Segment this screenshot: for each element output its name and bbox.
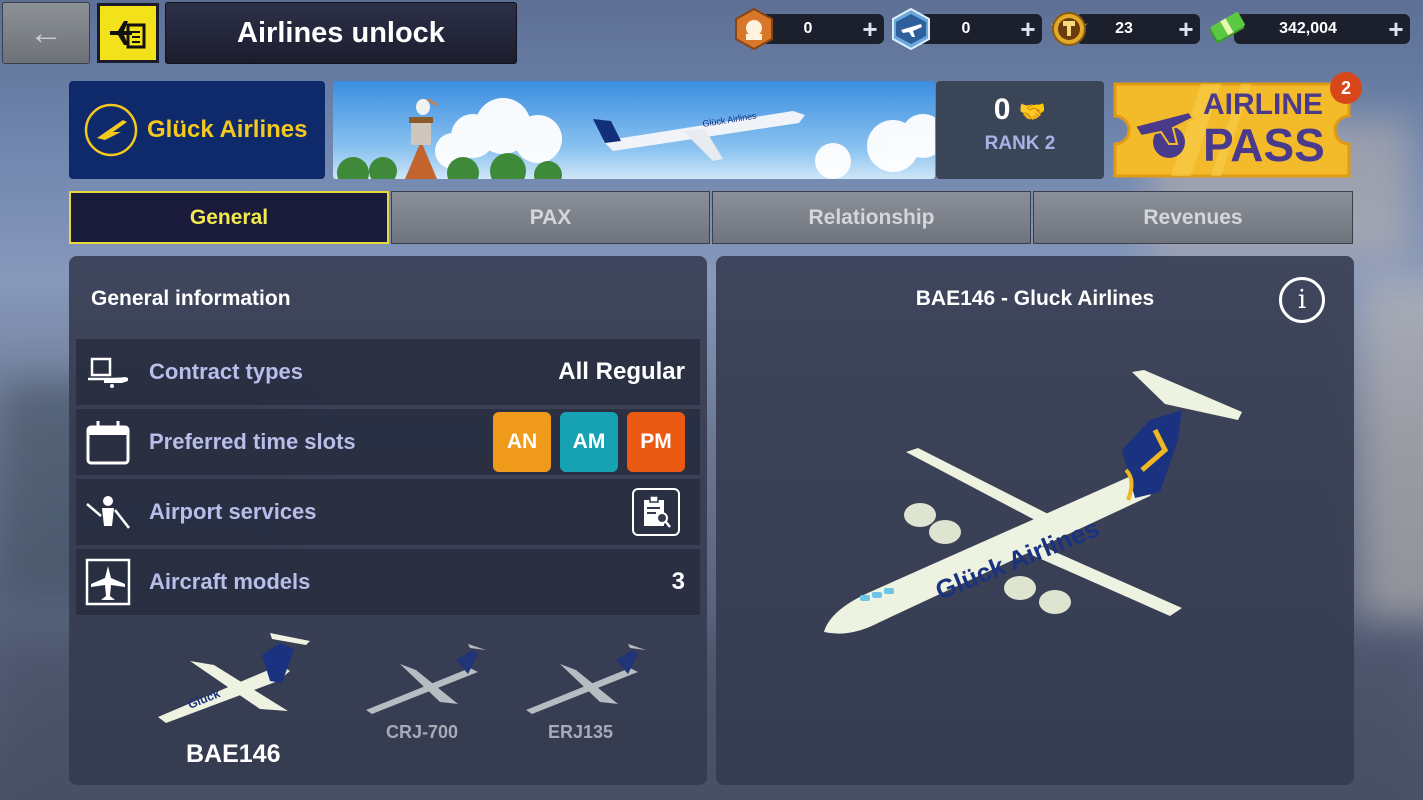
section-icon-box xyxy=(97,3,159,63)
rank-label: RANK 2 xyxy=(984,133,1056,154)
airline-banner-illustration: Glück Airlines xyxy=(333,81,935,179)
pass-line2: PASS xyxy=(1203,119,1325,171)
pass-line1: AIRLINE xyxy=(1203,88,1323,121)
currency-cash: 342,004 + xyxy=(1234,14,1410,44)
control-tower-medal-icon xyxy=(1048,8,1090,50)
time-slot-am: AM xyxy=(560,412,618,472)
contract-plane-icon xyxy=(88,357,128,388)
ground-crew-icon xyxy=(86,496,130,529)
aircraft-hangar-icon xyxy=(85,558,131,606)
bae146-thumbnail: Glück xyxy=(158,633,310,723)
currency-value: 23 xyxy=(1115,20,1133,37)
plane-badge-icon xyxy=(890,8,932,50)
back-button[interactable]: ← xyxy=(2,2,90,64)
model-name-selected: BAE146 xyxy=(186,740,281,768)
add-pilots-button[interactable]: + xyxy=(1014,16,1042,42)
currency-value: 0 xyxy=(961,20,971,37)
tab-revenues[interactable]: Revenues xyxy=(1033,191,1353,244)
currency-tower: 23 + xyxy=(1076,14,1200,44)
add-tower-button[interactable]: + xyxy=(1172,16,1200,42)
model-erj135[interactable] xyxy=(520,638,650,718)
airline-name: Glück Airlines xyxy=(147,116,308,143)
banner-plane: Glück Airlines xyxy=(593,110,805,161)
model-bae146[interactable]: Glück xyxy=(150,625,315,725)
row-label: Preferred time slots xyxy=(149,429,356,454)
row-contract-types: Contract types All Regular xyxy=(76,339,700,405)
row-airport-services: Airport services xyxy=(76,479,700,545)
currency-value: 342,004 xyxy=(1279,20,1337,37)
crj700-thumbnail xyxy=(366,644,486,714)
erj135-thumbnail xyxy=(526,644,646,714)
airline-wing-logo-icon xyxy=(84,103,138,157)
row-aircraft-models: Aircraft models 3 xyxy=(76,549,700,615)
model-name: ERJ135 xyxy=(548,722,614,742)
model-name: CRJ-700 xyxy=(386,722,459,742)
airline-pass-button[interactable]: AIRLINE PASS xyxy=(1111,80,1353,180)
notification-badge: 2 xyxy=(1330,72,1362,104)
handshake-icon: 🤝 xyxy=(1018,99,1047,124)
airline-logo: Glück Airlines xyxy=(69,81,325,179)
relationship-rank-card[interactable]: 0 🤝 RANK 2 xyxy=(936,81,1104,179)
row-label: Contract types xyxy=(149,359,304,384)
airport-services-details-button[interactable] xyxy=(632,488,680,536)
page-title: Airlines unlock xyxy=(165,2,517,64)
aircraft-models-count: 3 xyxy=(671,568,685,595)
row-preferred-time-slots: Preferred time slots AN AM PM xyxy=(76,409,700,475)
panel-title: General information xyxy=(91,287,291,310)
relationship-value: 0 xyxy=(993,93,1011,126)
row-label: Aircraft models xyxy=(149,569,311,594)
currency-pilots: 0 + xyxy=(918,14,1042,44)
preview-title: BAE146 - Gluck Airlines xyxy=(915,287,1155,310)
engineer-badge-icon xyxy=(733,8,775,50)
airline-contract-icon xyxy=(110,21,146,49)
tab-general[interactable]: General xyxy=(69,191,389,244)
clipboard-search-icon xyxy=(644,495,671,528)
tab-relationship[interactable]: Relationship xyxy=(712,191,1031,244)
arrow-left-icon: ← xyxy=(29,13,63,52)
aircraft-3d-preview[interactable]: Glück Airlines xyxy=(810,360,1260,650)
time-slot-an: AN xyxy=(493,412,551,472)
calendar-icon xyxy=(86,421,130,465)
currency-engineers: 0 + xyxy=(760,14,884,44)
add-cash-button[interactable]: + xyxy=(1382,16,1410,42)
time-slot-pm: PM xyxy=(627,412,685,472)
contract-types-value: All Regular xyxy=(558,358,685,385)
model-crj-700[interactable] xyxy=(360,638,490,718)
tab-pax[interactable]: PAX xyxy=(391,191,710,244)
cash-stack-icon xyxy=(1206,8,1248,50)
info-icon[interactable]: i xyxy=(1279,277,1325,323)
add-engineers-button[interactable]: + xyxy=(856,16,884,42)
row-label: Airport services xyxy=(149,499,317,524)
